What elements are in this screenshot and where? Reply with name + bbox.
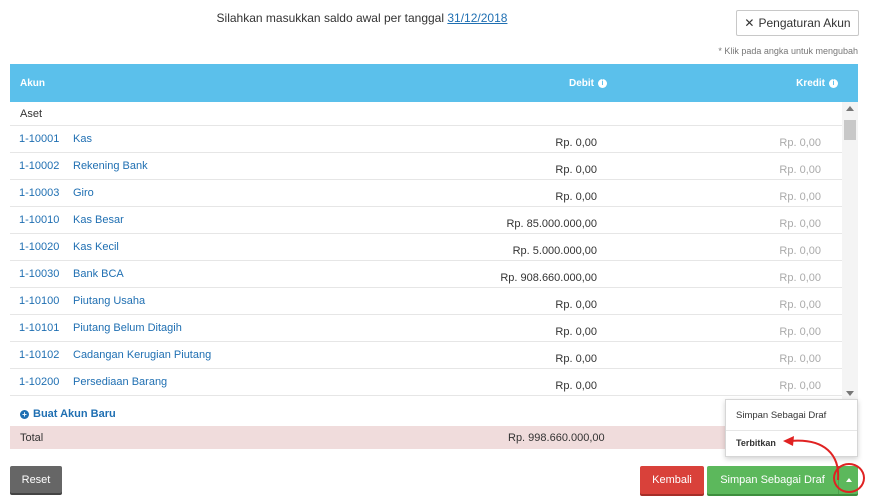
account-name[interactable]: Piutang Usaha bbox=[73, 295, 145, 307]
scroll-thumb[interactable] bbox=[844, 120, 856, 140]
table-row: 1-10010 Kas Besar Rp. 85.000.000,00 Rp. … bbox=[10, 207, 858, 234]
debit-amount[interactable]: Rp. 0,00 bbox=[555, 353, 597, 365]
table-row: 1-10020 Kas Kecil Rp. 5.000.000,00 Rp. 0… bbox=[10, 234, 858, 261]
kredit-amount[interactable]: Rp. 0,00 bbox=[779, 299, 821, 311]
save-options-menu: Simpan Sebagai Draf Terbitkan bbox=[725, 399, 858, 457]
account-code[interactable]: 1-10101 bbox=[19, 322, 59, 334]
create-account-link[interactable]: + Buat Akun Baru bbox=[20, 408, 116, 420]
reset-button[interactable]: Reset bbox=[10, 466, 62, 493]
debit-amount[interactable]: Rp. 0,00 bbox=[555, 137, 597, 149]
table-scrollbar[interactable] bbox=[842, 102, 858, 400]
debit-amount[interactable]: Rp. 0,00 bbox=[555, 380, 597, 392]
table-row: 1-10200 Persediaan Barang Rp. 0,00 Rp. 0… bbox=[10, 369, 858, 396]
kredit-amount[interactable]: Rp. 0,00 bbox=[779, 137, 821, 149]
account-code[interactable]: 1-10010 bbox=[19, 214, 59, 226]
table-row: 1-10030 Bank BCA Rp. 908.660.000,00 Rp. … bbox=[10, 261, 858, 288]
account-code[interactable]: 1-10200 bbox=[19, 376, 59, 388]
column-akun: Akun bbox=[20, 78, 45, 89]
table-header: Akun Debit i Kredit i bbox=[10, 64, 858, 102]
column-debit-label: Debit bbox=[569, 78, 594, 89]
account-code[interactable]: 1-10003 bbox=[19, 187, 59, 199]
wrench-icon: ✕ bbox=[744, 16, 755, 30]
column-debit: Debit i bbox=[569, 78, 607, 89]
total-debit: Rp. 998.660.000,00 bbox=[508, 432, 605, 444]
create-account-label: Buat Akun Baru bbox=[33, 408, 116, 420]
debit-amount[interactable]: Rp. 0,00 bbox=[555, 326, 597, 338]
debit-amount[interactable]: Rp. 0,00 bbox=[555, 299, 597, 311]
account-name[interactable]: Kas Kecil bbox=[73, 241, 119, 253]
account-name[interactable]: Kas Besar bbox=[73, 214, 124, 226]
account-group-label: Aset bbox=[10, 102, 858, 126]
kredit-amount[interactable]: Rp. 0,00 bbox=[779, 191, 821, 203]
table-row: 1-10002 Rekening Bank Rp. 0,00 Rp. 0,00 bbox=[10, 153, 858, 180]
caret-up-icon bbox=[846, 478, 852, 482]
total-label: Total bbox=[20, 432, 44, 444]
account-settings-button[interactable]: ✕ Pengaturan Akun bbox=[736, 10, 859, 36]
kredit-amount[interactable]: Rp. 0,00 bbox=[779, 326, 821, 338]
back-button[interactable]: Kembali bbox=[640, 466, 704, 494]
menu-item-save-draft[interactable]: Simpan Sebagai Draf bbox=[736, 410, 826, 421]
plus-circle-icon: + bbox=[20, 409, 29, 419]
account-code[interactable]: 1-10100 bbox=[19, 295, 59, 307]
info-icon[interactable]: i bbox=[598, 79, 607, 88]
menu-divider bbox=[726, 430, 857, 431]
account-code[interactable]: 1-10020 bbox=[19, 241, 59, 253]
instruction-text: Silahkan masukkan saldo awal per tanggal bbox=[216, 11, 445, 25]
kredit-amount[interactable]: Rp. 0,00 bbox=[779, 380, 821, 392]
kredit-amount[interactable]: Rp. 0,00 bbox=[779, 164, 821, 176]
accounts-table-body[interactable]: Aset 1-10001 Kas Rp. 0,00 Rp. 0,00 1-100… bbox=[10, 102, 858, 400]
column-kredit-label: Kredit bbox=[796, 78, 825, 89]
table-row: 1-10003 Giro Rp. 0,00 Rp. 0,00 bbox=[10, 180, 858, 207]
table-row: 1-10001 Kas Rp. 0,00 Rp. 0,00 bbox=[10, 126, 858, 153]
account-name[interactable]: Kas bbox=[73, 133, 92, 145]
scroll-up-arrow-icon[interactable] bbox=[846, 106, 854, 111]
account-name[interactable]: Rekening Bank bbox=[73, 160, 148, 172]
account-settings-label: Pengaturan Akun bbox=[758, 16, 851, 30]
info-icon[interactable]: i bbox=[829, 79, 838, 88]
table-row: 1-10100 Piutang Usaha Rp. 0,00 Rp. 0,00 bbox=[10, 288, 858, 315]
table-row: 1-10102 Cadangan Kerugian Piutang Rp. 0,… bbox=[10, 342, 858, 369]
account-code[interactable]: 1-10002 bbox=[19, 160, 59, 172]
account-name[interactable]: Giro bbox=[73, 187, 94, 199]
table-row: 1-10101 Piutang Belum Ditagih Rp. 0,00 R… bbox=[10, 315, 858, 342]
account-code[interactable]: 1-10102 bbox=[19, 349, 59, 361]
scroll-down-arrow-icon[interactable] bbox=[846, 391, 854, 396]
opening-date-link[interactable]: 31/12/2018 bbox=[447, 11, 507, 25]
account-name[interactable]: Piutang Belum Ditagih bbox=[73, 322, 182, 334]
account-name[interactable]: Bank BCA bbox=[73, 268, 124, 280]
account-code[interactable]: 1-10030 bbox=[19, 268, 59, 280]
debit-amount[interactable]: Rp. 0,00 bbox=[555, 164, 597, 176]
kredit-amount[interactable]: Rp. 0,00 bbox=[779, 245, 821, 257]
debit-amount[interactable]: Rp. 5.000.000,00 bbox=[513, 245, 597, 257]
column-kredit: Kredit i bbox=[796, 78, 838, 89]
menu-item-publish[interactable]: Terbitkan bbox=[736, 438, 776, 448]
debit-amount[interactable]: Rp. 85.000.000,00 bbox=[506, 218, 597, 230]
edit-hint: * Klik pada angka untuk mengubah bbox=[718, 46, 858, 56]
kredit-amount[interactable]: Rp. 0,00 bbox=[779, 218, 821, 230]
kredit-amount[interactable]: Rp. 0,00 bbox=[779, 272, 821, 284]
account-name[interactable]: Persediaan Barang bbox=[73, 376, 167, 388]
opening-balance-instruction: Silahkan masukkan saldo awal per tanggal… bbox=[0, 11, 724, 25]
save-options-toggle[interactable] bbox=[838, 466, 858, 494]
debit-amount[interactable]: Rp. 908.660.000,00 bbox=[500, 272, 597, 284]
kredit-amount[interactable]: Rp. 0,00 bbox=[779, 353, 821, 365]
save-draft-button[interactable]: Simpan Sebagai Draf bbox=[707, 466, 838, 494]
account-code[interactable]: 1-10001 bbox=[19, 133, 59, 145]
debit-amount[interactable]: Rp. 0,00 bbox=[555, 191, 597, 203]
account-name[interactable]: Cadangan Kerugian Piutang bbox=[73, 349, 211, 361]
